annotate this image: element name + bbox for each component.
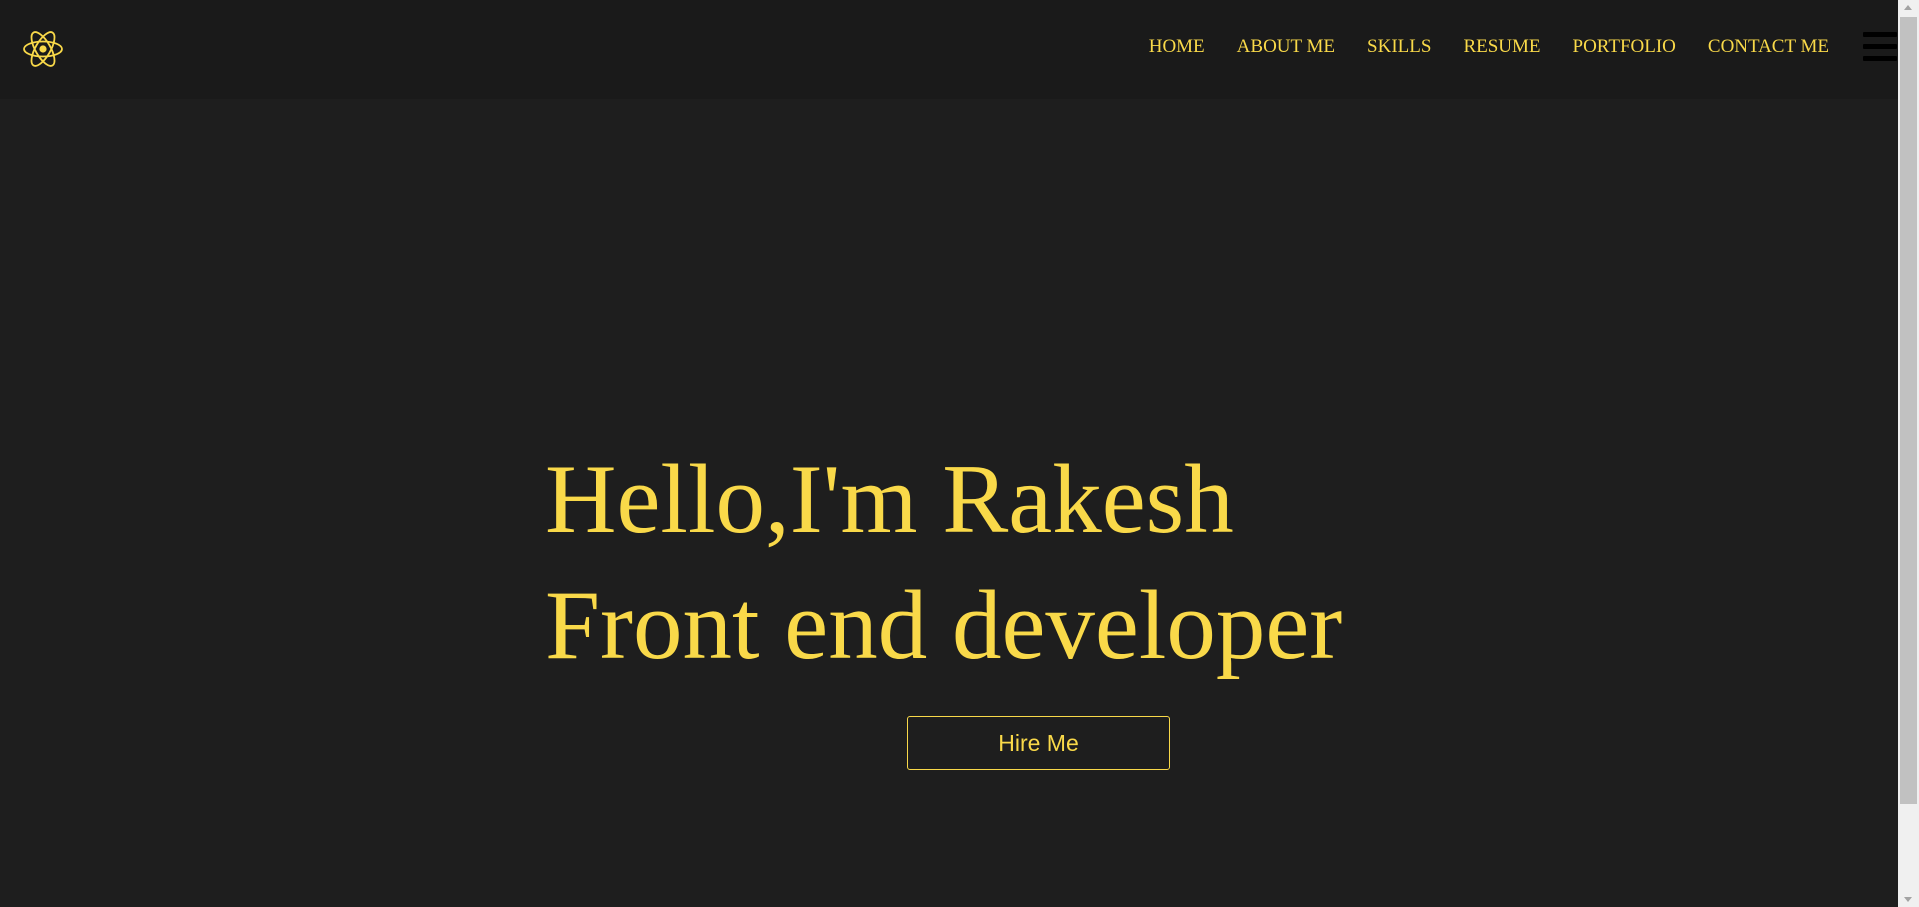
vertical-scrollbar[interactable]: [1898, 0, 1919, 907]
atom-icon[interactable]: [22, 28, 64, 70]
hero-greeting: Hello,I'm Rakesh: [545, 445, 1234, 554]
nav-link-portfolio[interactable]: PORTFOLIO: [1573, 36, 1676, 58]
hero-role: Front end developer: [545, 571, 1343, 680]
nav-link-home[interactable]: HOME: [1149, 36, 1205, 58]
scrollbar-thumb[interactable]: [1900, 17, 1917, 804]
nav-menu: HOME ABOUT ME SKILLS RESUME PORTFOLIO CO…: [1117, 36, 1829, 58]
nav-link-about-me[interactable]: ABOUT ME: [1237, 36, 1335, 58]
nav-link-resume[interactable]: RESUME: [1463, 36, 1540, 58]
hire-me-button[interactable]: Hire Me: [907, 716, 1170, 770]
hero-section: Hello,I'm Rakesh Front end developer: [545, 437, 1342, 689]
hamburger-menu-icon[interactable]: [1863, 32, 1897, 62]
nav-link-contact-me[interactable]: CONTACT ME: [1708, 36, 1829, 58]
nav-link-skills[interactable]: SKILLS: [1367, 36, 1431, 58]
scroll-down-arrow-icon[interactable]: [1904, 897, 1912, 902]
scroll-up-arrow-icon[interactable]: [1904, 5, 1912, 10]
navbar: HOME ABOUT ME SKILLS RESUME PORTFOLIO CO…: [0, 0, 1898, 99]
